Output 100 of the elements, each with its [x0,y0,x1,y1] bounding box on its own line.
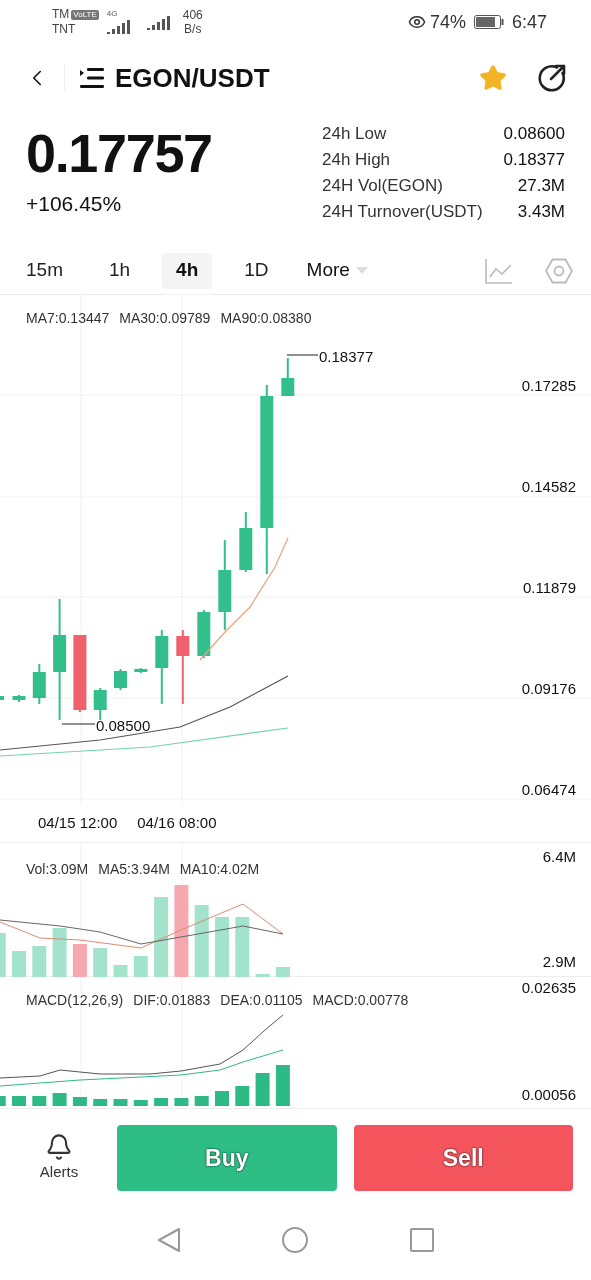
candlestick [12,694,26,703]
volume-bar [194,905,209,977]
volume-legend: MA5:3.94M [98,859,170,880]
volume-bar [255,974,270,977]
axis-label: 0.14582 [521,477,576,497]
axis-label: 6.4M [542,847,576,867]
axis-label: 0.00056 [521,1084,576,1105]
home-nav-icon[interactable] [280,1225,309,1254]
volume-bar [72,944,87,977]
axis-label: 0.17285 [521,376,576,396]
candlestick [239,511,253,573]
macd-bar [275,1065,290,1106]
interval-tab[interactable]: 1D [230,252,283,289]
axis-label: 0.02635 [521,978,576,998]
stat-label: 24h High [322,149,392,171]
battery-percent: 74% [429,10,466,34]
volte-badge: VoLTE [71,9,99,20]
macd-bar [154,1098,169,1106]
volume-bar [235,917,250,977]
signal-icon [106,18,131,34]
network-type: 4G [106,10,118,18]
stat-value: 0.18377 [503,149,565,171]
interval-tab[interactable]: 4h [162,252,213,289]
candlestick [0,696,4,700]
leader-line [61,723,96,725]
stat-label: 24H Turnover(USDT) [322,201,484,223]
axis-label: 2.9M [542,951,576,972]
stat-value: 0.08600 [503,123,565,145]
time-label: 04/15 12:00 [38,813,118,834]
stat-label: 24h Low [322,123,388,145]
bell-icon [45,1132,73,1161]
macd-bar [0,1096,6,1106]
ma-legend: MA7:0.13447 [26,308,110,329]
macd-bar [194,1096,209,1106]
stat-value: 27.3M [516,175,565,197]
price-change: +106.45% [26,191,123,217]
macd-bar [12,1096,26,1106]
macd-bar [93,1099,108,1106]
leader-line [286,354,319,356]
axis-label: 0.09176 [521,679,576,699]
signal-icon [146,14,171,30]
macd-bar [113,1099,128,1106]
caret-icon [355,266,368,275]
macd-bar [215,1091,229,1106]
axis-label: 0.11879 [522,578,576,598]
clock: 6:47 [511,10,547,34]
volume-bar [32,946,47,977]
pair-title: EGON/USDT [115,61,270,95]
back-nav-icon[interactable] [156,1226,181,1253]
carrier-name: TNT [52,22,77,37]
macd-bar [174,1098,189,1106]
interval-tab[interactable]: 1h [94,252,145,289]
volume-legend: MA10:4.02M [179,859,260,880]
macd-bar [52,1093,67,1106]
battery-icon [473,15,504,29]
candlestick [93,687,107,721]
macd-bar [235,1086,250,1106]
volume-legend: Vol:3.09M [26,859,89,880]
macd-legend: MACD(12,26,9) [26,990,124,1011]
more-dropdown[interactable]: More [300,256,374,285]
high-price-label: 0.18377 [319,347,374,367]
macd-bar [72,1097,87,1106]
low-price-label: 0.08500 [96,716,151,736]
recents-nav-icon[interactable] [408,1226,435,1253]
carrier-name: TM [52,7,70,22]
line-chart-icon[interactable] [485,257,513,284]
macd-bar [32,1096,47,1106]
candlestick [32,663,46,705]
volume-bar [215,917,229,977]
volume-bar [93,948,108,977]
macd-legend: DEA:0.01105 [220,990,303,1011]
axis-label: 0.06474 [521,780,576,800]
ma-legend: MA30:0.09789 [119,308,211,329]
volume-bar [52,928,67,977]
macd-legend: DIF:0.01883 [133,990,211,1011]
macd-bar [133,1100,148,1106]
candlestick [114,668,127,691]
last-price: 0.17757 [26,122,213,184]
macd-bar [255,1073,270,1106]
stat-value: 3.43M [516,201,565,223]
volume-bar [275,967,290,977]
candlestick [197,609,211,659]
menu-icon[interactable] [79,67,105,89]
ma-legend: MA90:0.08380 [220,308,312,329]
share-icon[interactable] [537,63,567,93]
volume-bar [0,933,6,977]
time-label: 04/16 08:00 [137,813,217,834]
macd-legend: MACD:0.00778 [312,990,409,1011]
volume-bar [113,965,128,977]
volume-bar [12,951,26,977]
speed-unit: B/s [184,22,202,36]
settings-icon[interactable] [545,257,573,284]
candlestick [281,357,295,397]
speed-value: 406 [182,8,203,22]
favorite-star-icon[interactable] [479,64,507,92]
interval-tab[interactable]: 15m [12,252,77,289]
alerts-button[interactable]: Alerts [18,1132,100,1184]
eye-icon [407,13,426,31]
stat-label: 24H Vol(EGON) [322,175,444,197]
volume-bar [133,956,148,977]
